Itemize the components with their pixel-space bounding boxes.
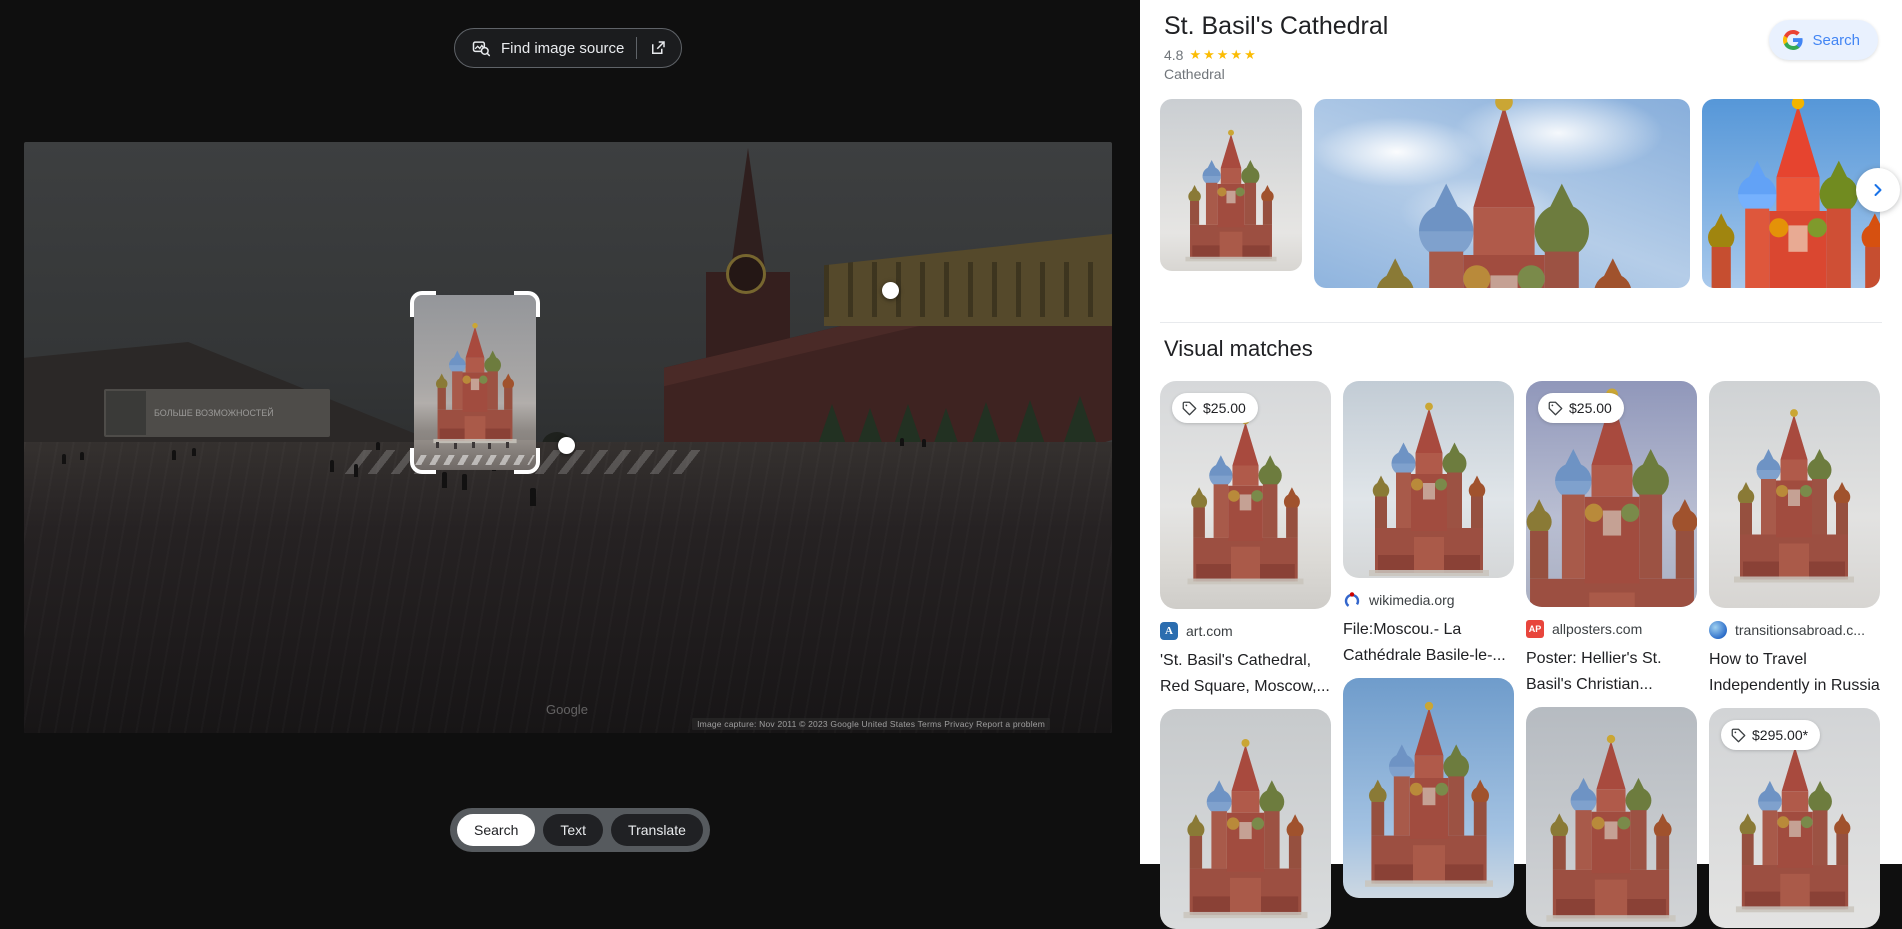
- source-row[interactable]: A art.com: [1160, 622, 1331, 640]
- mode-search-button[interactable]: Search: [457, 814, 535, 846]
- visual-matches-heading: Visual matches: [1164, 336, 1313, 362]
- lens-mode-toolbar: Search Text Translate: [450, 808, 710, 852]
- top-thumbnails-row: [1160, 99, 1880, 288]
- lens-selection-region[interactable]: [414, 295, 536, 470]
- visual-matches-grid: $25.00 A art.com 'St. Basil's Cathedral,…: [1160, 381, 1880, 929]
- source-row[interactable]: transitionsabroad.c...: [1709, 621, 1880, 639]
- result-category: Cathedral: [1164, 66, 1225, 82]
- match-title[interactable]: How to Travel Independently in Russia: [1709, 647, 1880, 699]
- section-divider: [1160, 322, 1882, 323]
- divider: [636, 37, 637, 59]
- cathedral-photo: [1530, 731, 1692, 927]
- allposters-favicon: AP: [1526, 620, 1544, 638]
- st-basils-cathedral: [423, 320, 527, 456]
- selection-handle-top-left[interactable]: [410, 291, 436, 317]
- match-image-transitions[interactable]: [1709, 381, 1880, 608]
- cathedral-photo: [1174, 127, 1288, 271]
- source-row[interactable]: wikimedia.org: [1343, 591, 1514, 609]
- google-search-button[interactable]: Search: [1769, 20, 1878, 60]
- mode-text-button[interactable]: Text: [543, 814, 603, 846]
- match-column-1: $25.00 A art.com 'St. Basil's Cathedral,…: [1160, 381, 1331, 929]
- lens-capture-area: Find image source БОЛЬШЕ ВОЗМОЖНОСТЕЙ: [0, 0, 1140, 864]
- cathedral-photo: [1168, 735, 1323, 929]
- thumbnail-3[interactable]: [1702, 99, 1880, 288]
- cathedral-colorful-photo: [1702, 99, 1880, 288]
- price-badge: $25.00: [1538, 393, 1624, 423]
- google-search-label: Search: [1812, 32, 1860, 49]
- match-column-4: transitionsabroad.c... How to Travel Ind…: [1709, 381, 1880, 929]
- match-title[interactable]: 'St. Basil's Cathedral, Red Square, Mosc…: [1160, 648, 1331, 700]
- street-view-photo[interactable]: БОЛЬШЕ ВОЗМОЖНОСТЕЙ: [24, 142, 1112, 733]
- crosswalk-right: [535, 450, 704, 474]
- match-image-wikimedia[interactable]: [1343, 381, 1514, 578]
- mode-translate-button[interactable]: Translate: [611, 814, 703, 846]
- match-image-row2-2[interactable]: [1343, 678, 1514, 898]
- result-title[interactable]: St. Basil's Cathedral: [1164, 12, 1388, 41]
- rating-value: 4.8: [1164, 47, 1183, 63]
- cathedral-photo: [1721, 738, 1869, 928]
- source-name: transitionsabroad.c...: [1735, 622, 1865, 638]
- cathedral-snow-photo: [1173, 413, 1318, 602]
- object-dot-square[interactable]: [558, 437, 575, 454]
- chevron-right-icon: [1868, 180, 1888, 200]
- image-search-icon: [471, 38, 491, 58]
- price-badge: $25.00: [1172, 393, 1258, 423]
- price-label: $295.00*: [1752, 727, 1808, 743]
- price-tag-icon: [1731, 728, 1746, 743]
- find-image-source-label: Find image source: [501, 40, 624, 57]
- find-image-source-button[interactable]: Find image source: [454, 28, 682, 68]
- rating-row: 4.8 ★★★★★: [1164, 47, 1258, 63]
- match-image-row2-4[interactable]: $295.00*: [1709, 708, 1880, 928]
- cathedral-blue-sky-photo: [1349, 698, 1509, 898]
- cathedral-closeup-photo: [1334, 99, 1674, 288]
- google-logo-icon: [1783, 30, 1803, 50]
- rating-stars: ★★★★★: [1189, 47, 1257, 63]
- google-watermark: Google: [546, 702, 588, 717]
- price-badge: $295.00*: [1721, 720, 1820, 750]
- source-row[interactable]: AP allposters.com: [1526, 620, 1697, 638]
- art-favicon: A: [1160, 622, 1178, 640]
- cobblestone-square: [24, 442, 1112, 733]
- source-name: wikimedia.org: [1369, 592, 1455, 608]
- globe-favicon: [1709, 621, 1727, 639]
- selection-handle-bottom-right[interactable]: [514, 448, 540, 474]
- results-panel: St. Basil's Cathedral 4.8 ★★★★★ Cathedra…: [1140, 0, 1902, 864]
- price-label: $25.00: [1569, 400, 1612, 416]
- match-title[interactable]: Poster: Hellier's St. Basil's Christian.…: [1526, 646, 1697, 698]
- match-image-allposters[interactable]: $25.00: [1526, 381, 1697, 607]
- source-name: allposters.com: [1552, 621, 1642, 637]
- billboard: БОЛЬШЕ ВОЗМОЖНОСТЕЙ: [104, 389, 330, 437]
- senate-building: [824, 234, 1112, 326]
- thumbnails-next-button[interactable]: [1856, 168, 1900, 212]
- object-dot-tower[interactable]: [882, 282, 899, 299]
- billboard-text: БОЛЬШЕ ВОЗМОЖНОСТЕЙ: [148, 408, 280, 419]
- tower-clock: [726, 254, 766, 294]
- match-image-art[interactable]: $25.00: [1160, 381, 1331, 609]
- price-tag-icon: [1182, 401, 1197, 416]
- match-title[interactable]: File:Moscou.- La Cathédrale Basile-le-..…: [1343, 617, 1514, 669]
- photo-attribution: Image capture: Nov 2011 © 2023 Google Un…: [692, 718, 1050, 730]
- wikimedia-favicon: [1343, 591, 1361, 609]
- cathedral-gray-sky-photo: [1719, 405, 1869, 601]
- source-name: art.com: [1186, 623, 1233, 639]
- price-tag-icon: [1548, 401, 1563, 416]
- cathedral-winter-photo: [1354, 399, 1504, 578]
- thumbnail-2[interactable]: [1314, 99, 1690, 288]
- thumbnail-1[interactable]: [1160, 99, 1302, 271]
- billboard-portrait: [106, 391, 146, 435]
- price-label: $25.00: [1203, 400, 1246, 416]
- selection-handle-top-right[interactable]: [514, 291, 540, 317]
- selection-handle-bottom-left[interactable]: [410, 448, 436, 474]
- match-column-2: wikimedia.org File:Moscou.- La Cathédral…: [1343, 381, 1514, 929]
- match-image-row2-1[interactable]: [1160, 709, 1331, 929]
- match-image-row2-3[interactable]: [1526, 707, 1697, 927]
- open-in-new-icon[interactable]: [649, 39, 667, 57]
- match-column-3: $25.00 AP allposters.com Poster: Hellier…: [1526, 381, 1697, 929]
